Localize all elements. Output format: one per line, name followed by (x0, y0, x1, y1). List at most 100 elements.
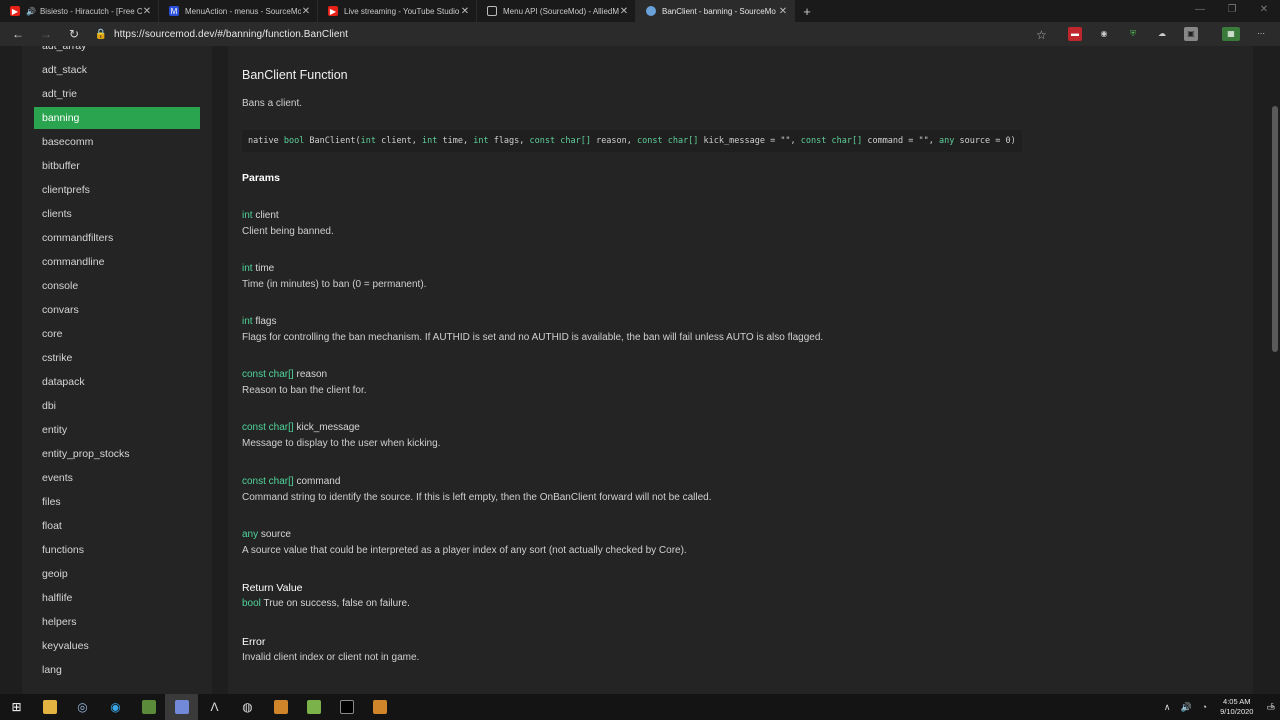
param-type: const char[] (242, 476, 294, 487)
sidebar-item-float[interactable]: float (34, 515, 200, 537)
signature-type: const char[] (637, 136, 699, 146)
param-name: flags (255, 316, 277, 327)
sidebar-item-clients[interactable]: clients (34, 203, 200, 225)
scrollbar-thumb[interactable] (1272, 106, 1278, 352)
notification-count: 5 (1270, 703, 1274, 710)
url-input[interactable]: https://sourcemod.dev/#/banning/function… (114, 29, 348, 40)
discord-icon[interactable] (165, 694, 198, 720)
tab-strip: ▶ 🔊 Bisiesto - Hiracutch - [Free C ✕ M M… (0, 0, 1280, 22)
volume-icon[interactable]: 🔊 (1180, 702, 1191, 713)
sidebar-item-core[interactable]: core (34, 323, 200, 345)
tab-2[interactable]: ▶ Live streaming - YouTube Studio ✕ (318, 0, 477, 22)
sidebar-item-functions[interactable]: functions (34, 539, 200, 561)
sidebar-item-adt_array[interactable]: adt_array (34, 46, 200, 57)
tab-4[interactable]: BanClient - banning - SourceMo ✕ (636, 0, 795, 22)
signature-text: kick_message = "", (698, 136, 801, 146)
tab-0[interactable]: ▶ 🔊 Bisiesto - Hiracutch - [Free C ✕ (0, 0, 159, 22)
reload-icon[interactable]: ↻ (60, 22, 88, 46)
windows-start-icon[interactable]: ⊞ (0, 694, 33, 720)
sidebar-item-adt_trie[interactable]: adt_trie (34, 83, 200, 105)
close-window-icon[interactable]: ✕ (1248, 0, 1280, 22)
back-arrow-icon[interactable]: ← (4, 22, 32, 46)
sidebar-item-bitbuffer[interactable]: bitbuffer (34, 155, 200, 177)
sidebar-item-events[interactable]: events (34, 467, 200, 489)
extension-icon[interactable]: ▣ (1184, 27, 1198, 41)
notification-icon[interactable]: ▭ 5 (1266, 702, 1275, 713)
sidebar-item-cstrike[interactable]: cstrike (34, 347, 200, 369)
new-tab-button[interactable]: + (795, 0, 819, 22)
web-page: adt_array adt_stack adt_trie banning bas… (0, 46, 1280, 694)
edge-icon[interactable]: ◉ (99, 694, 132, 720)
sidebar-item-datapack[interactable]: datapack (34, 371, 200, 393)
game-icon[interactable] (363, 694, 396, 720)
steam-icon[interactable]: ◎ (66, 694, 99, 720)
close-icon[interactable]: ✕ (460, 6, 470, 17)
speaker-icon[interactable]: 🔊 (26, 7, 36, 16)
sidebar-item-keyvalues[interactable]: keyvalues (34, 635, 200, 657)
close-icon[interactable]: ✕ (778, 6, 788, 17)
sidebar-item-clientprefs[interactable]: clientprefs (34, 179, 200, 201)
module-sidebar: adt_array adt_stack adt_trie banning bas… (22, 46, 212, 694)
signature-text: source = 0) (954, 136, 1016, 146)
sidebar-item-console[interactable]: console (34, 275, 200, 297)
sidebar-item-basecomm[interactable]: basecomm (34, 131, 200, 153)
close-icon[interactable]: ✕ (301, 6, 311, 17)
sidebar-item-commandfilters[interactable]: commandfilters (34, 227, 200, 249)
sidebar-item-halflife[interactable]: halflife (34, 587, 200, 609)
sidebar-item-files[interactable]: files (34, 491, 200, 513)
sidebar-item-helpers[interactable]: helpers (34, 611, 200, 633)
more-menu-icon[interactable]: ⋯ (1254, 27, 1268, 41)
file-explorer-icon[interactable] (33, 694, 66, 720)
sidebar-item-adt_stack[interactable]: adt_stack (34, 59, 200, 81)
sidebar-item-lang[interactable]: lang (34, 659, 200, 681)
sourcemod-icon (646, 6, 656, 16)
notepad-icon[interactable] (297, 694, 330, 720)
param-type: const char[] (242, 422, 294, 433)
tab-title: MenuAction - menus - SourceMo (185, 6, 301, 16)
sidebar-item-entity_prop_stocks[interactable]: entity_prop_stocks (34, 443, 200, 465)
minecraft-icon[interactable] (132, 694, 165, 720)
doc-content: BanClient Function Bans a client. native… (228, 46, 1253, 694)
tab-3[interactable]: Menu API (SourceMod) - AlliedM ✕ (477, 0, 636, 22)
param-flags: int flags (242, 316, 276, 327)
avatar[interactable]: ▦ (1222, 27, 1240, 41)
shield-icon[interactable]: ⛨ (1126, 27, 1140, 41)
param-name: command (296, 476, 341, 487)
param-description: Message to display to the user when kick… (242, 438, 441, 449)
param-name: kick_message (296, 422, 360, 433)
param-description: A source value that could be interpreted… (242, 545, 687, 556)
star-icon[interactable]: ☆ (1036, 28, 1047, 42)
terminal-icon[interactable] (330, 694, 363, 720)
window-controls: — ❐ ✕ (1184, 0, 1280, 22)
sidebar-item-geoip[interactable]: geoip (34, 563, 200, 585)
sidebar-item-entity[interactable]: entity (34, 419, 200, 441)
lock-icon[interactable]: 🔒 (94, 29, 108, 40)
sidebar-item-dbi[interactable]: dbi (34, 395, 200, 417)
sidebar-item-banning[interactable]: banning (34, 107, 200, 129)
game-icon[interactable] (264, 694, 297, 720)
param-client: int client (242, 210, 279, 221)
clock-time: 4:05 AM (1223, 697, 1251, 706)
param-type: const char[] (242, 369, 294, 380)
close-icon[interactable]: ✕ (142, 6, 152, 17)
extension-icon[interactable]: ▬ (1068, 27, 1082, 41)
tab-1[interactable]: M MenuAction - menus - SourceMo ✕ (159, 0, 318, 22)
param-type: int (242, 263, 253, 274)
return-type: bool (242, 598, 261, 609)
network-icon[interactable]: ◔ (1202, 702, 1207, 712)
signature-type: const char[] (529, 136, 591, 146)
sourcemod-icon: M (169, 6, 179, 16)
minimize-icon[interactable]: — (1184, 0, 1216, 22)
forward-arrow-icon[interactable]: → (32, 22, 60, 46)
close-icon[interactable]: ✕ (619, 6, 629, 17)
param-reason: const char[] reason (242, 369, 327, 380)
clock[interactable]: 4:05 AM 9/10/2020 (1220, 697, 1253, 717)
sidebar-item-commandline[interactable]: commandline (34, 251, 200, 273)
app-icon[interactable]: Λ (198, 694, 231, 720)
extension-icon[interactable]: ◉ (1097, 27, 1111, 41)
extension-icon[interactable]: ☁ (1155, 27, 1169, 41)
obs-icon[interactable]: ◍ (231, 694, 264, 720)
chevron-up-icon[interactable]: ∧ (1164, 702, 1171, 713)
maximize-icon[interactable]: ❐ (1216, 0, 1248, 22)
sidebar-item-convars[interactable]: convars (34, 299, 200, 321)
